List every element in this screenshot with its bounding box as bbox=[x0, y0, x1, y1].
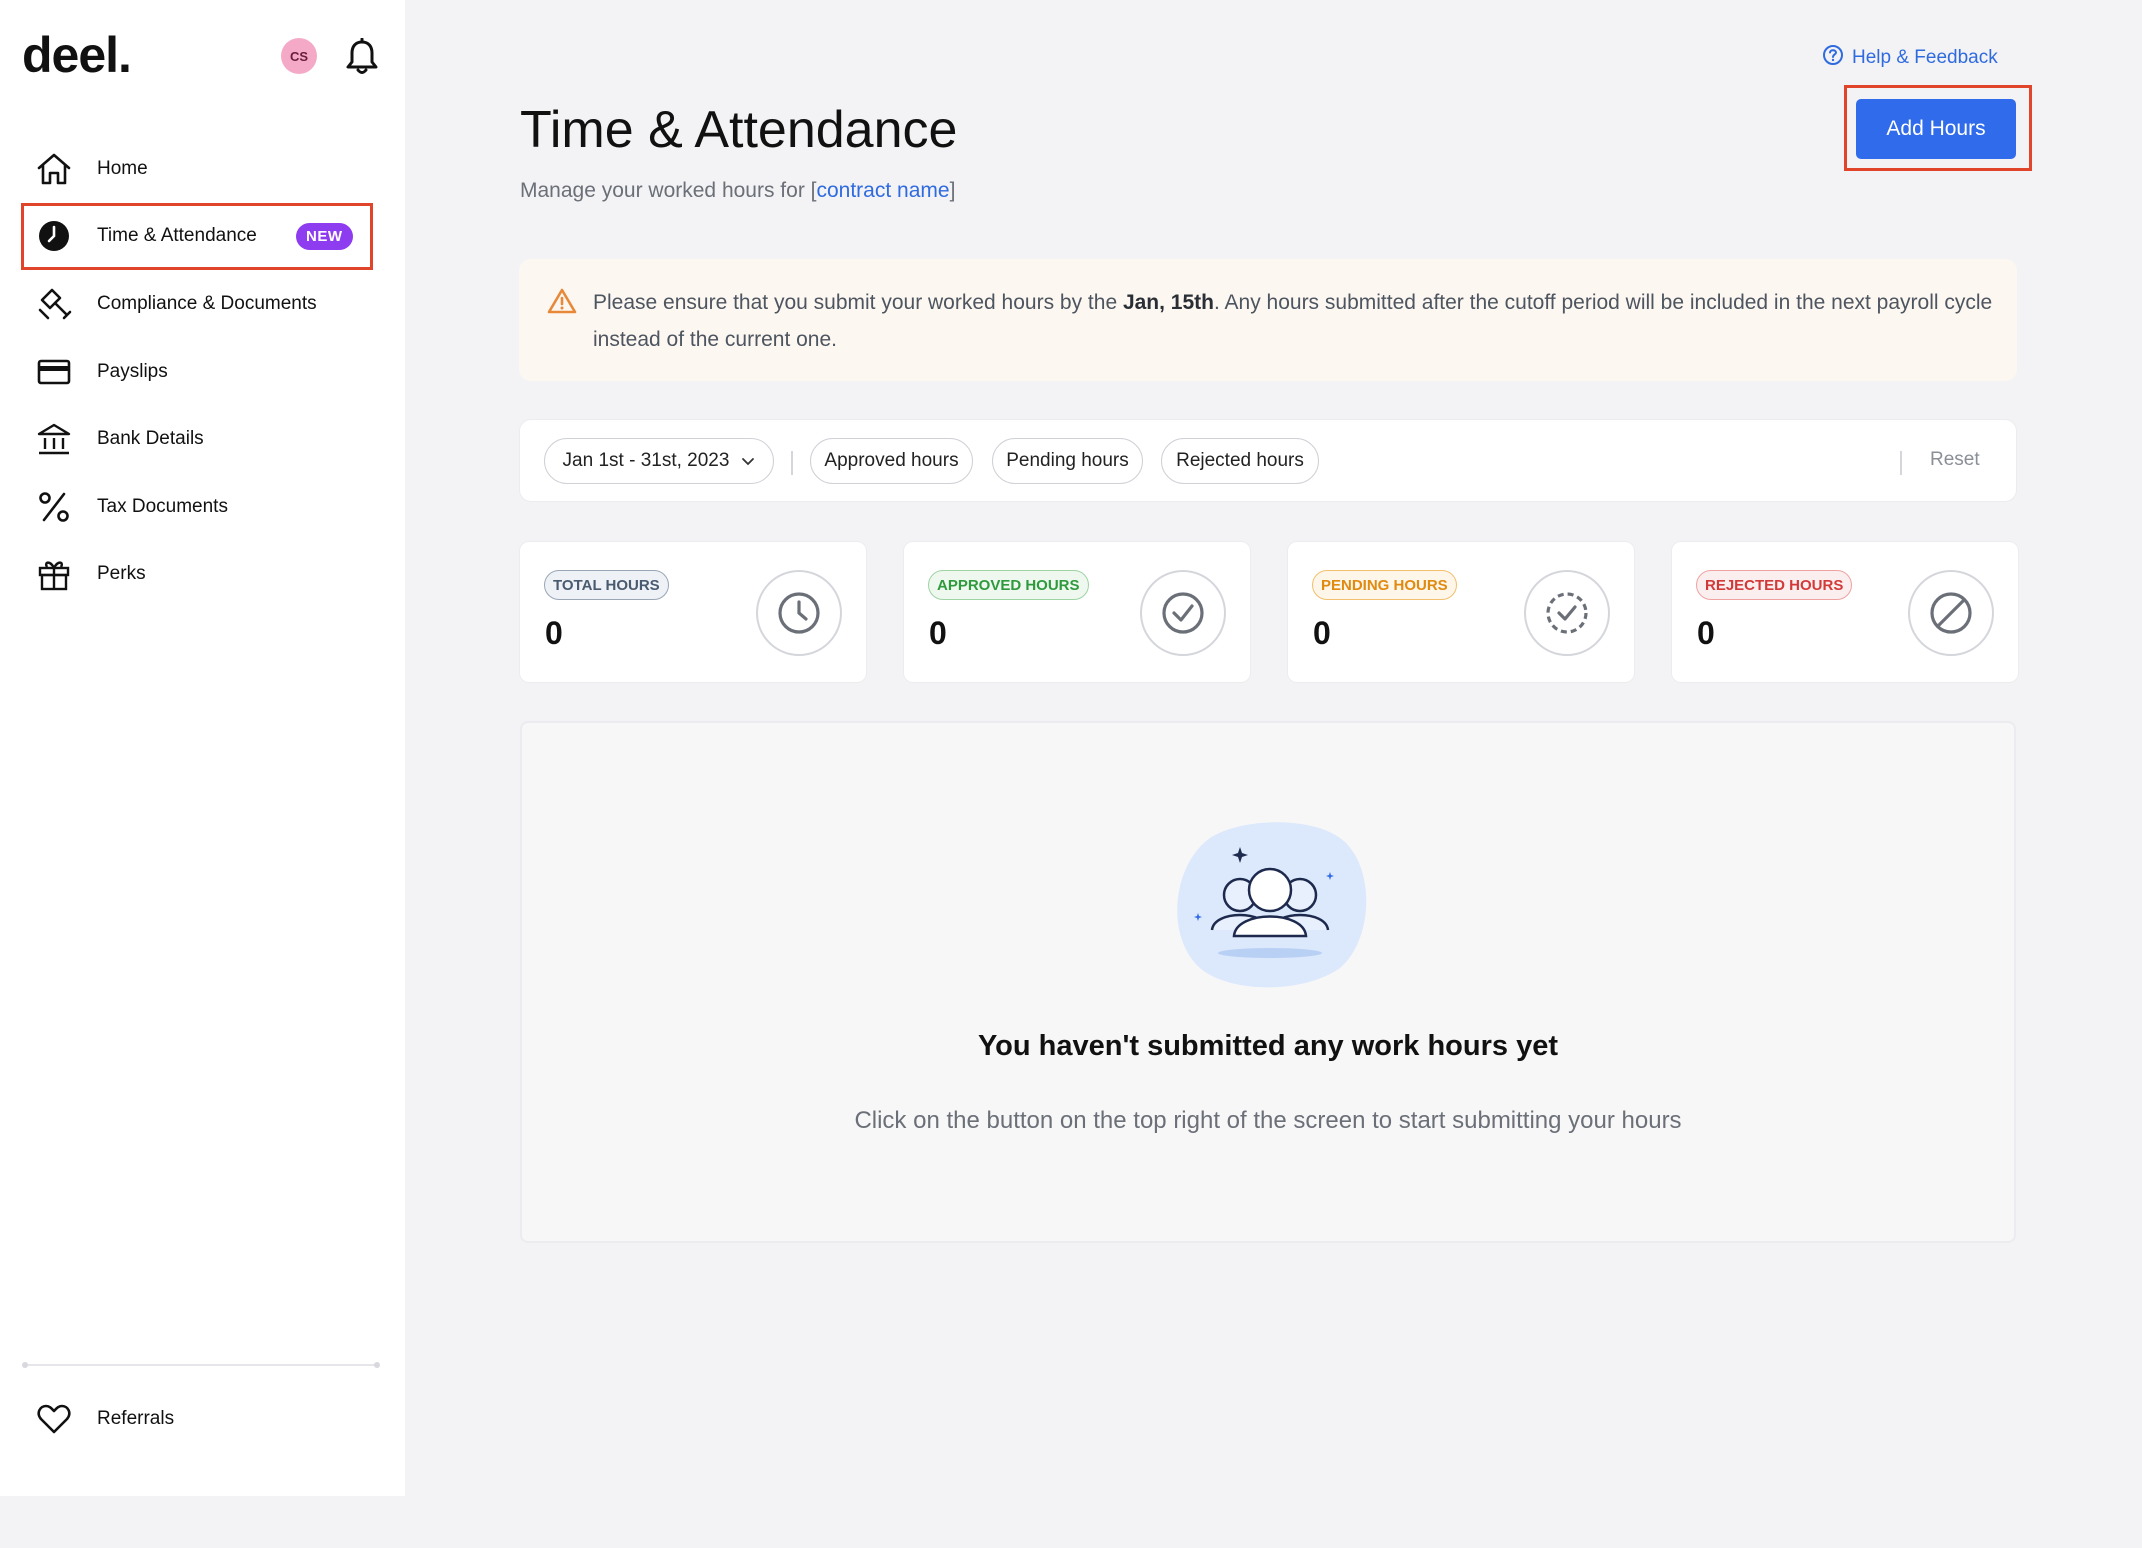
clock-icon bbox=[36, 218, 72, 254]
deel-logo[interactable]: deel. bbox=[22, 26, 132, 84]
sidebar-item-label: Perks bbox=[97, 563, 146, 585]
rejected-hours-chip[interactable]: Rejected hours bbox=[1161, 438, 1319, 484]
gift-icon bbox=[36, 556, 72, 592]
empty-state-description: Click on the button on the top right of … bbox=[854, 1107, 1682, 1134]
sidebar-item-payslips[interactable]: Payslips bbox=[0, 338, 405, 406]
sidebar: deel. CS Home Time & Attendance NEW Comp… bbox=[0, 0, 405, 1496]
alert-deadline: Jan, 15th bbox=[1122, 291, 1214, 314]
approved-hours-chip[interactable]: Approved hours bbox=[810, 438, 973, 484]
new-badge: NEW bbox=[296, 222, 353, 250]
total-hours-value: 0 bbox=[545, 615, 563, 651]
approved-hours-card: APPROVED HOURS 0 bbox=[903, 541, 1251, 683]
referrals-section: Referrals bbox=[0, 1385, 405, 1453]
pending-hours-label: PENDING HOURS bbox=[1312, 570, 1457, 600]
approved-hours-label: APPROVED HOURS bbox=[928, 570, 1089, 600]
empty-state-title: You haven't submitted any work hours yet bbox=[977, 1030, 1558, 1062]
alert-text-before: Please ensure that you submit your worke… bbox=[593, 291, 1123, 314]
pending-hours-chip[interactable]: Pending hours bbox=[992, 438, 1143, 484]
home-icon bbox=[36, 151, 72, 187]
sidebar-nav: Home Time & Attendance NEW Compliance & … bbox=[0, 135, 405, 608]
rejected-hours-label: REJECTED HOURS bbox=[1696, 570, 1853, 600]
subtitle-suffix: ] bbox=[949, 179, 956, 202]
rejected-hours-value: 0 bbox=[1697, 615, 1715, 651]
empty-state-card: You haven't submitted any work hours yet… bbox=[520, 721, 2016, 1243]
warning-icon bbox=[547, 287, 577, 320]
filter-divider bbox=[791, 451, 793, 475]
total-hours-label: TOTAL HOURS bbox=[544, 570, 669, 600]
help-feedback-label: Help & Feedback bbox=[1852, 47, 1998, 68]
add-hours-button[interactable]: Add Hours bbox=[1856, 99, 2016, 159]
reset-button[interactable]: Reset bbox=[1930, 449, 1980, 471]
sidebar-item-referrals[interactable]: Referrals bbox=[0, 1385, 405, 1453]
date-range-label: Jan 1st - 31st, 2023 bbox=[562, 450, 730, 471]
contract-name-link[interactable]: contract name bbox=[816, 179, 949, 202]
team-illustration-icon bbox=[1170, 818, 1375, 998]
pending-hours-card: PENDING HOURS 0 bbox=[1287, 541, 1635, 683]
gavel-icon bbox=[36, 286, 72, 322]
credit-card-icon bbox=[36, 354, 72, 390]
subtitle-prefix: Manage your worked hours for [ bbox=[520, 179, 817, 202]
pending-check-icon bbox=[1524, 570, 1610, 656]
page-title: Time & Attendance bbox=[520, 101, 958, 159]
sidebar-item-label: Time & Attendance bbox=[97, 225, 257, 247]
help-circle-icon bbox=[1822, 44, 1844, 72]
heart-icon bbox=[36, 1401, 72, 1437]
rejected-hours-card: REJECTED HOURS 0 bbox=[1671, 541, 2019, 683]
ban-icon bbox=[1908, 570, 1994, 656]
clock-icon bbox=[756, 570, 842, 656]
sidebar-item-bank-details[interactable]: Bank Details bbox=[0, 405, 405, 473]
sidebar-item-label: Bank Details bbox=[97, 428, 204, 450]
filter-bar: Jan 1st - 31st, 2023 Approved hours Pend… bbox=[519, 419, 2017, 502]
sidebar-item-label: Referrals bbox=[97, 1407, 175, 1429]
sidebar-divider bbox=[22, 1362, 380, 1368]
sidebar-item-label: Payslips bbox=[97, 360, 168, 382]
date-range-dropdown[interactable]: Jan 1st - 31st, 2023 bbox=[544, 438, 774, 484]
add-hours-highlight: Add Hours bbox=[1844, 85, 2032, 171]
pending-hours-value: 0 bbox=[1313, 615, 1331, 651]
sidebar-item-label: Home bbox=[97, 157, 148, 179]
sidebar-item-compliance-documents[interactable]: Compliance & Documents bbox=[0, 270, 405, 338]
bell-icon[interactable] bbox=[345, 37, 379, 76]
approved-hours-value: 0 bbox=[929, 615, 947, 651]
check-circle-icon bbox=[1140, 570, 1226, 656]
sidebar-item-home[interactable]: Home bbox=[0, 135, 405, 203]
avatar[interactable]: CS bbox=[281, 38, 317, 74]
sidebar-item-perks[interactable]: Perks bbox=[0, 541, 405, 609]
cutoff-alert: Please ensure that you submit your worke… bbox=[519, 259, 2017, 381]
sidebar-item-label: Tax Documents bbox=[97, 495, 228, 517]
help-feedback-link[interactable]: Help & Feedback bbox=[1822, 44, 1998, 72]
page-subtitle: Manage your worked hours for [contract n… bbox=[520, 179, 955, 203]
alert-text: Please ensure that you submit your worke… bbox=[593, 284, 1993, 358]
sidebar-item-tax-documents[interactable]: Tax Documents bbox=[0, 473, 405, 541]
chevron-down-icon bbox=[741, 450, 755, 472]
sidebar-item-time-attendance[interactable]: Time & Attendance NEW bbox=[21, 202, 373, 271]
sidebar-item-label: Compliance & Documents bbox=[97, 292, 317, 314]
reset-divider bbox=[1900, 451, 1902, 475]
percent-icon bbox=[36, 489, 72, 525]
bank-icon bbox=[36, 421, 72, 457]
total-hours-card: TOTAL HOURS 0 bbox=[519, 541, 867, 683]
